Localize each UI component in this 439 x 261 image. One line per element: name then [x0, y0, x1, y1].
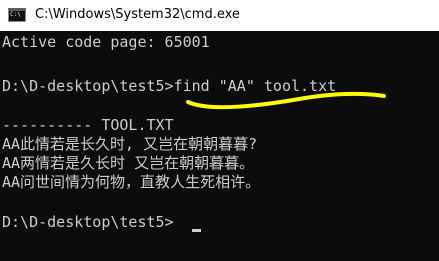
title-bar[interactable]: C:\ C:\Windows\System32\cmd.exe: [0, 0, 439, 31]
console-output[interactable]: Active code page: 65001 D:\D-desktop\tes…: [0, 31, 439, 261]
console-line-file-header: ---------- TOOL.TXT: [2, 116, 174, 134]
console-line-prompt: D:\D-desktop\test5>: [2, 213, 174, 231]
console-line-result: AA此情若是长久时, 又岂在朝朝暮暮?: [2, 135, 258, 153]
console-line: Active code page: 65001: [2, 33, 210, 51]
console-line-command: D:\D-desktop\test5>find "AA" tool.txt: [2, 77, 337, 95]
console-line-result: AA两情若是久长时 又岂在朝朝暮暮。: [2, 154, 255, 172]
console-icon: C:\: [8, 8, 26, 22]
text-cursor: [192, 229, 201, 232]
window-title: C:\Windows\System32\cmd.exe: [35, 7, 240, 22]
console-icon-text: C:\: [10, 11, 21, 18]
cmd-window: C:\ C:\Windows\System32\cmd.exe Active c…: [0, 0, 439, 261]
console-line-result: AA问世间情为何物，直教人生死相许。: [2, 173, 261, 191]
